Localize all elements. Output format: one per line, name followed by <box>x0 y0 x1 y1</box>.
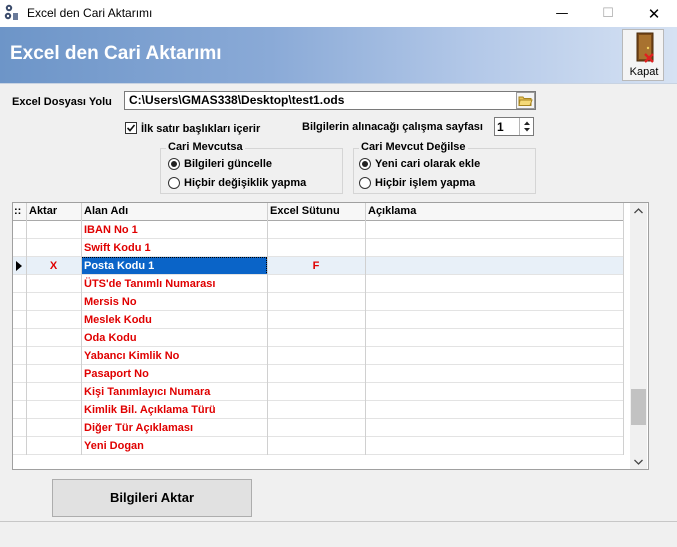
column-header-excel-sutunu[interactable]: Excel Sütunu <box>267 203 365 220</box>
folder-open-icon[interactable] <box>516 92 535 109</box>
radio-update-info-label: Bilgileri güncelle <box>184 158 273 170</box>
cell-aktar[interactable] <box>26 401 81 419</box>
cell-alan-adi[interactable]: ÜTS'de Tanımlı Numarası <box>81 275 267 293</box>
cell-aciklama[interactable] <box>365 239 623 257</box>
window-title: Excel den Cari Aktarımı <box>27 6 153 20</box>
scrollbar-thumb[interactable] <box>631 389 646 425</box>
group-cari-exists-title: Cari Mevcutsa <box>166 141 245 153</box>
cell-aciklama[interactable] <box>365 275 623 293</box>
cell-aktar[interactable] <box>26 221 81 239</box>
cell-aktar[interactable] <box>26 347 81 365</box>
first-row-header-checkbox[interactable] <box>125 122 137 134</box>
file-path-label: Excel Dosyası Yolu <box>12 96 112 108</box>
radio-no-action[interactable] <box>359 177 371 189</box>
column-divider <box>623 203 624 455</box>
cell-aktar[interactable]: X <box>26 257 81 275</box>
cell-alan-adi[interactable]: IBAN No 1 <box>81 221 267 239</box>
row-divider <box>13 454 623 455</box>
cell-excel-sutunu[interactable] <box>267 311 365 329</box>
cell-alan-adi[interactable]: Pasaport No <box>81 365 267 383</box>
cell-alan-adi[interactable]: Diğer Tür Açıklaması <box>81 419 267 437</box>
cell-alan-adi[interactable]: Kişi Tanımlayıcı Numara <box>81 383 267 401</box>
cell-excel-sutunu[interactable] <box>267 293 365 311</box>
exit-door-icon <box>636 32 654 63</box>
cell-aciklama[interactable] <box>365 293 623 311</box>
row-indicator-icon <box>16 261 22 271</box>
radio-no-change[interactable] <box>168 177 180 189</box>
cell-excel-sutunu[interactable] <box>267 275 365 293</box>
file-path-input[interactable]: C:\Users\GMAS338\Desktop\test1.ods <box>124 91 536 110</box>
grid-scrollbar[interactable] <box>630 203 647 469</box>
radio-add-new[interactable] <box>359 158 371 170</box>
radio-no-action-label: Hiçbir işlem yapma <box>375 177 476 189</box>
cell-excel-sutunu[interactable]: F <box>267 257 365 275</box>
cell-aktar[interactable] <box>26 293 81 311</box>
kapat-label: Kapat <box>629 66 659 78</box>
radio-update-info[interactable] <box>168 158 180 170</box>
maximize-button[interactable]: ☐ <box>585 0 631 27</box>
cell-aciklama[interactable] <box>365 365 623 383</box>
cell-aciklama[interactable] <box>365 419 623 437</box>
cell-alan-adi[interactable]: Yeni Dogan <box>81 437 267 455</box>
cell-excel-sutunu[interactable] <box>267 419 365 437</box>
cell-excel-sutunu[interactable] <box>267 437 365 455</box>
cell-alan-adi[interactable]: Meslek Kodu <box>81 311 267 329</box>
radio-no-change-label: Hiçbir değişiklik yapma <box>184 177 307 189</box>
first-row-header-label: İlk satır başlıkları içerir <box>141 123 261 135</box>
cell-excel-sutunu[interactable] <box>267 347 365 365</box>
column-header-aktar[interactable]: Aktar <box>26 203 81 220</box>
column-divider <box>26 203 27 455</box>
cell-alan-adi[interactable]: Swift Kodu 1 <box>81 239 267 257</box>
cell-excel-sutunu[interactable] <box>267 239 365 257</box>
cell-excel-sutunu[interactable] <box>267 383 365 401</box>
cell-aktar[interactable] <box>26 383 81 401</box>
cell-aciklama[interactable] <box>365 257 623 275</box>
close-button[interactable]: ✕ <box>631 0 677 27</box>
checkmark-icon <box>126 124 136 132</box>
cell-aciklama[interactable] <box>365 221 623 239</box>
cell-aktar[interactable] <box>26 239 81 257</box>
cell-aciklama[interactable] <box>365 383 623 401</box>
radio-add-new-label: Yeni cari olarak ekle <box>375 158 481 170</box>
cell-aciklama[interactable] <box>365 347 623 365</box>
column-header-aciklama[interactable]: Açıklama <box>365 203 623 220</box>
column-divider <box>81 203 82 455</box>
cell-excel-sutunu[interactable] <box>267 401 365 419</box>
cell-aciklama[interactable] <box>365 437 623 455</box>
scroll-up-icon[interactable] <box>631 205 646 217</box>
cell-aktar[interactable] <box>26 329 81 347</box>
cell-excel-sutunu[interactable] <box>267 329 365 347</box>
cell-aktar[interactable] <box>26 275 81 293</box>
transfer-button[interactable]: Bilgileri Aktar <box>52 479 252 517</box>
spinner-arrows-icon[interactable] <box>519 118 534 135</box>
group-cari-not-exists-title: Cari Mevcut Değilse <box>359 141 468 153</box>
cell-excel-sutunu[interactable] <box>267 365 365 383</box>
bottom-divider <box>0 521 677 522</box>
cell-aktar[interactable] <box>26 311 81 329</box>
cell-alan-adi[interactable]: Yabancı Kimlik No <box>81 347 267 365</box>
cell-aktar[interactable] <box>26 419 81 437</box>
cell-alan-adi[interactable]: Posta Kodu 1 <box>81 257 267 275</box>
column-divider <box>267 203 268 455</box>
sheet-label: Bilgilerin alınacağı çalışma sayfası <box>302 121 483 133</box>
cell-alan-adi[interactable]: Oda Kodu <box>81 329 267 347</box>
minimize-button[interactable]: — <box>539 0 585 27</box>
cell-aciklama[interactable] <box>365 311 623 329</box>
sheet-value: 1 <box>497 120 504 134</box>
cell-alan-adi[interactable]: Mersis No <box>81 293 267 311</box>
app-icon <box>4 4 18 20</box>
cell-aktar[interactable] <box>26 365 81 383</box>
cell-aciklama[interactable] <box>365 329 623 347</box>
cell-aciklama[interactable] <box>365 401 623 419</box>
scroll-down-icon[interactable] <box>631 456 646 468</box>
column-header-alan-adi[interactable]: Alan Adı <box>81 203 267 220</box>
page-title: Excel den Cari Aktarımı <box>10 43 222 64</box>
cell-excel-sutunu[interactable] <box>267 221 365 239</box>
grid-corner[interactable]: :: <box>13 203 26 220</box>
column-divider <box>365 203 366 455</box>
cell-alan-adi[interactable]: Kimlik Bil. Açıklama Türü <box>81 401 267 419</box>
cell-aktar[interactable] <box>26 437 81 455</box>
